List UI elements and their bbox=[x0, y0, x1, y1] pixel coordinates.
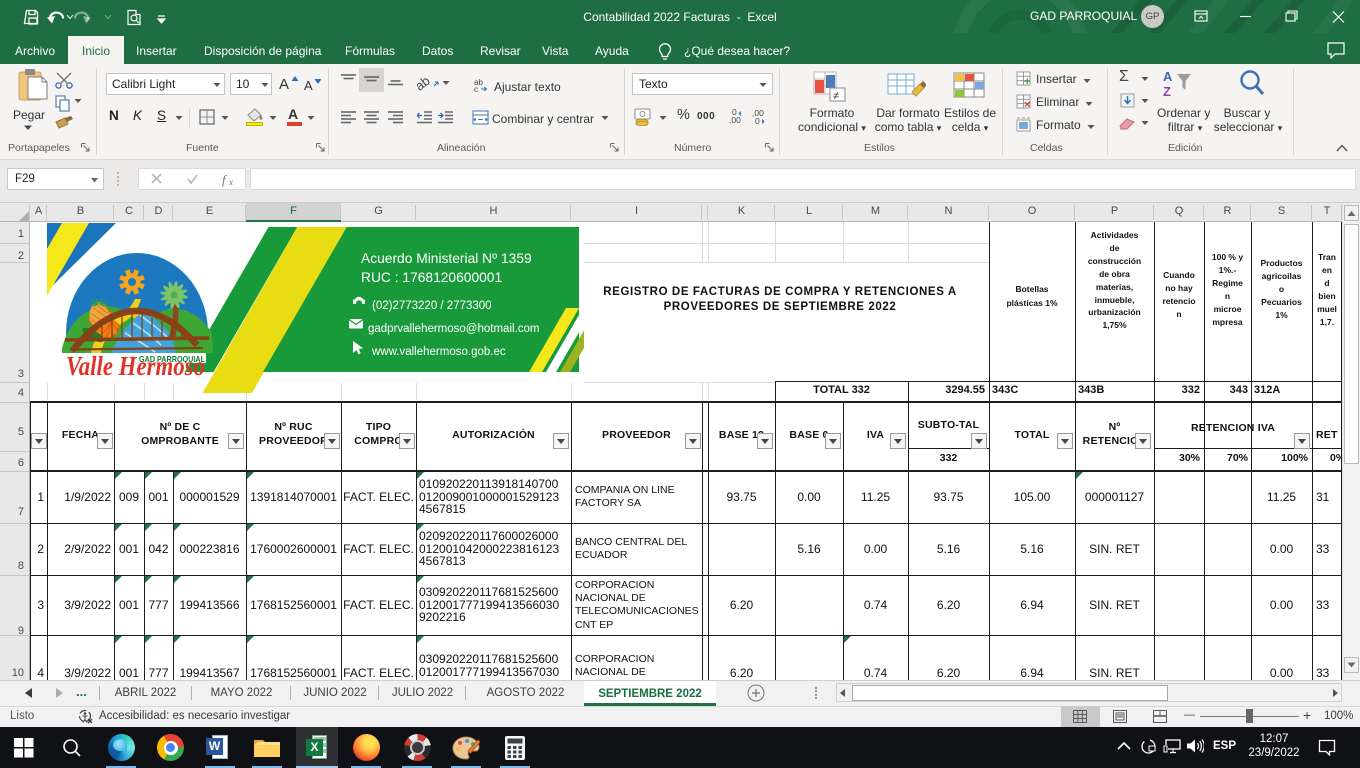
svg-text:RUC : 1768120600001: RUC : 1768120600001 bbox=[361, 270, 502, 285]
svg-text:0: 0 bbox=[755, 116, 760, 125]
svg-text:www.vallehermoso.gob.ec: www.vallehermoso.gob.ec bbox=[371, 346, 506, 358]
svg-text:≠: ≠ bbox=[833, 90, 839, 102]
svg-text:ab: ab bbox=[417, 74, 433, 92]
svg-text:Valle Hermoso: Valle Hermoso bbox=[66, 351, 205, 381]
svg-text:(02)2773220 / 2773300: (02)2773220 / 2773300 bbox=[372, 300, 492, 312]
svg-text:f: f bbox=[222, 172, 228, 187]
svg-text:c: c bbox=[474, 85, 478, 92]
svg-text:Acuerdo Ministerial Nº 1359: Acuerdo Ministerial Nº 1359 bbox=[361, 251, 532, 266]
svg-text:+: + bbox=[1024, 76, 1030, 87]
svg-text:x: x bbox=[228, 177, 233, 187]
svg-text:Z: Z bbox=[1163, 84, 1171, 99]
svg-text:0: 0 bbox=[732, 109, 737, 117]
svg-text:×: × bbox=[1024, 99, 1030, 110]
svg-text:A: A bbox=[1163, 69, 1173, 84]
svg-text:gadprvallehermoso@hotmail.com: gadprvallehermoso@hotmail.com bbox=[368, 323, 539, 335]
